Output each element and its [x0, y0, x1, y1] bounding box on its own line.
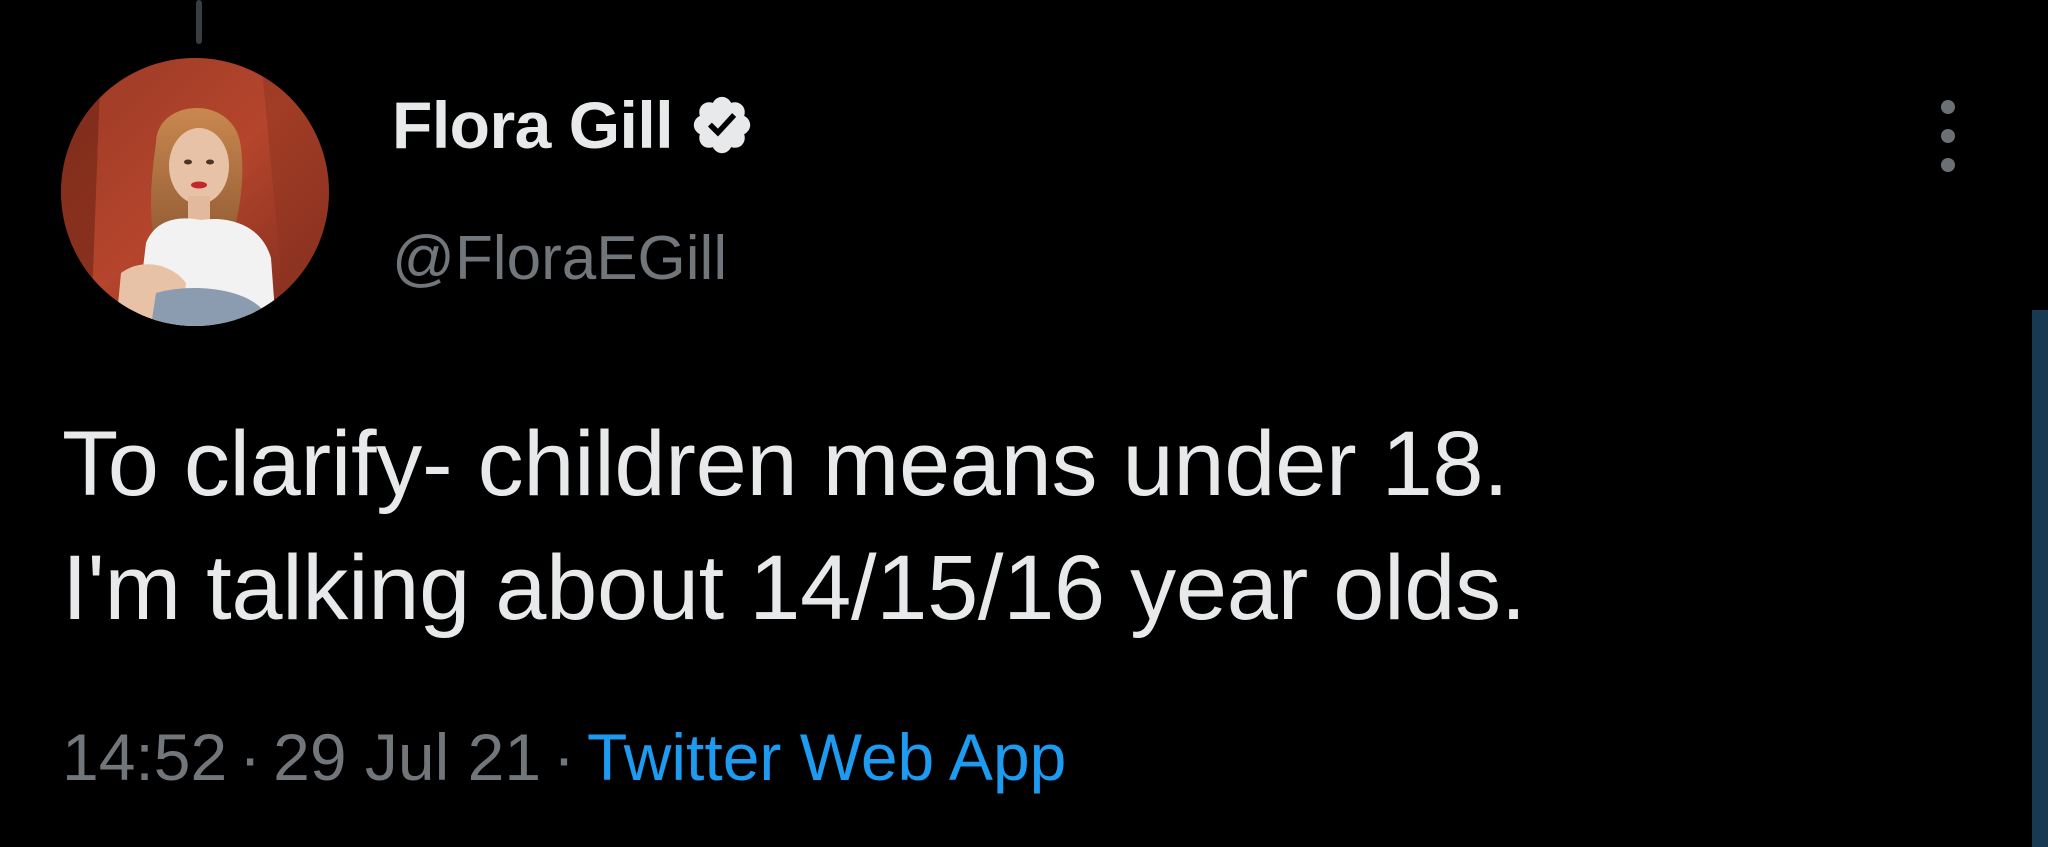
more-vertical-icon[interactable]	[1920, 100, 1976, 172]
avatar-image	[61, 58, 329, 326]
meta-separator: ·	[553, 720, 576, 794]
thread-connector-line	[196, 0, 202, 44]
tweet-time[interactable]: 14:52	[62, 720, 227, 794]
avatar[interactable]	[61, 58, 329, 326]
author-name-row: Flora Gill	[392, 92, 755, 158]
verified-badge-icon	[689, 92, 755, 158]
meta-separator: ·	[239, 720, 262, 794]
more-dot	[1941, 129, 1955, 143]
author-display-name[interactable]: Flora Gill	[392, 92, 674, 158]
tweet-date[interactable]: 29 Jul 21	[273, 720, 541, 794]
edge-strip	[2032, 310, 2048, 847]
tweet-source-link[interactable]: Twitter Web App	[587, 720, 1066, 794]
more-dot	[1941, 100, 1955, 114]
tweet-text-line: I'm talking about 14/15/16 year olds.	[62, 537, 1527, 639]
more-dot	[1941, 158, 1955, 172]
tweet-text-line: To clarify- children means under 18.	[62, 413, 1509, 515]
tweet-meta-row: 14:52 · 29 Jul 21 · Twitter Web App	[62, 724, 1066, 790]
tweet-text: To clarify- children means under 18. I'm…	[62, 402, 1962, 650]
author-handle[interactable]: @FloraEGill	[392, 228, 727, 290]
